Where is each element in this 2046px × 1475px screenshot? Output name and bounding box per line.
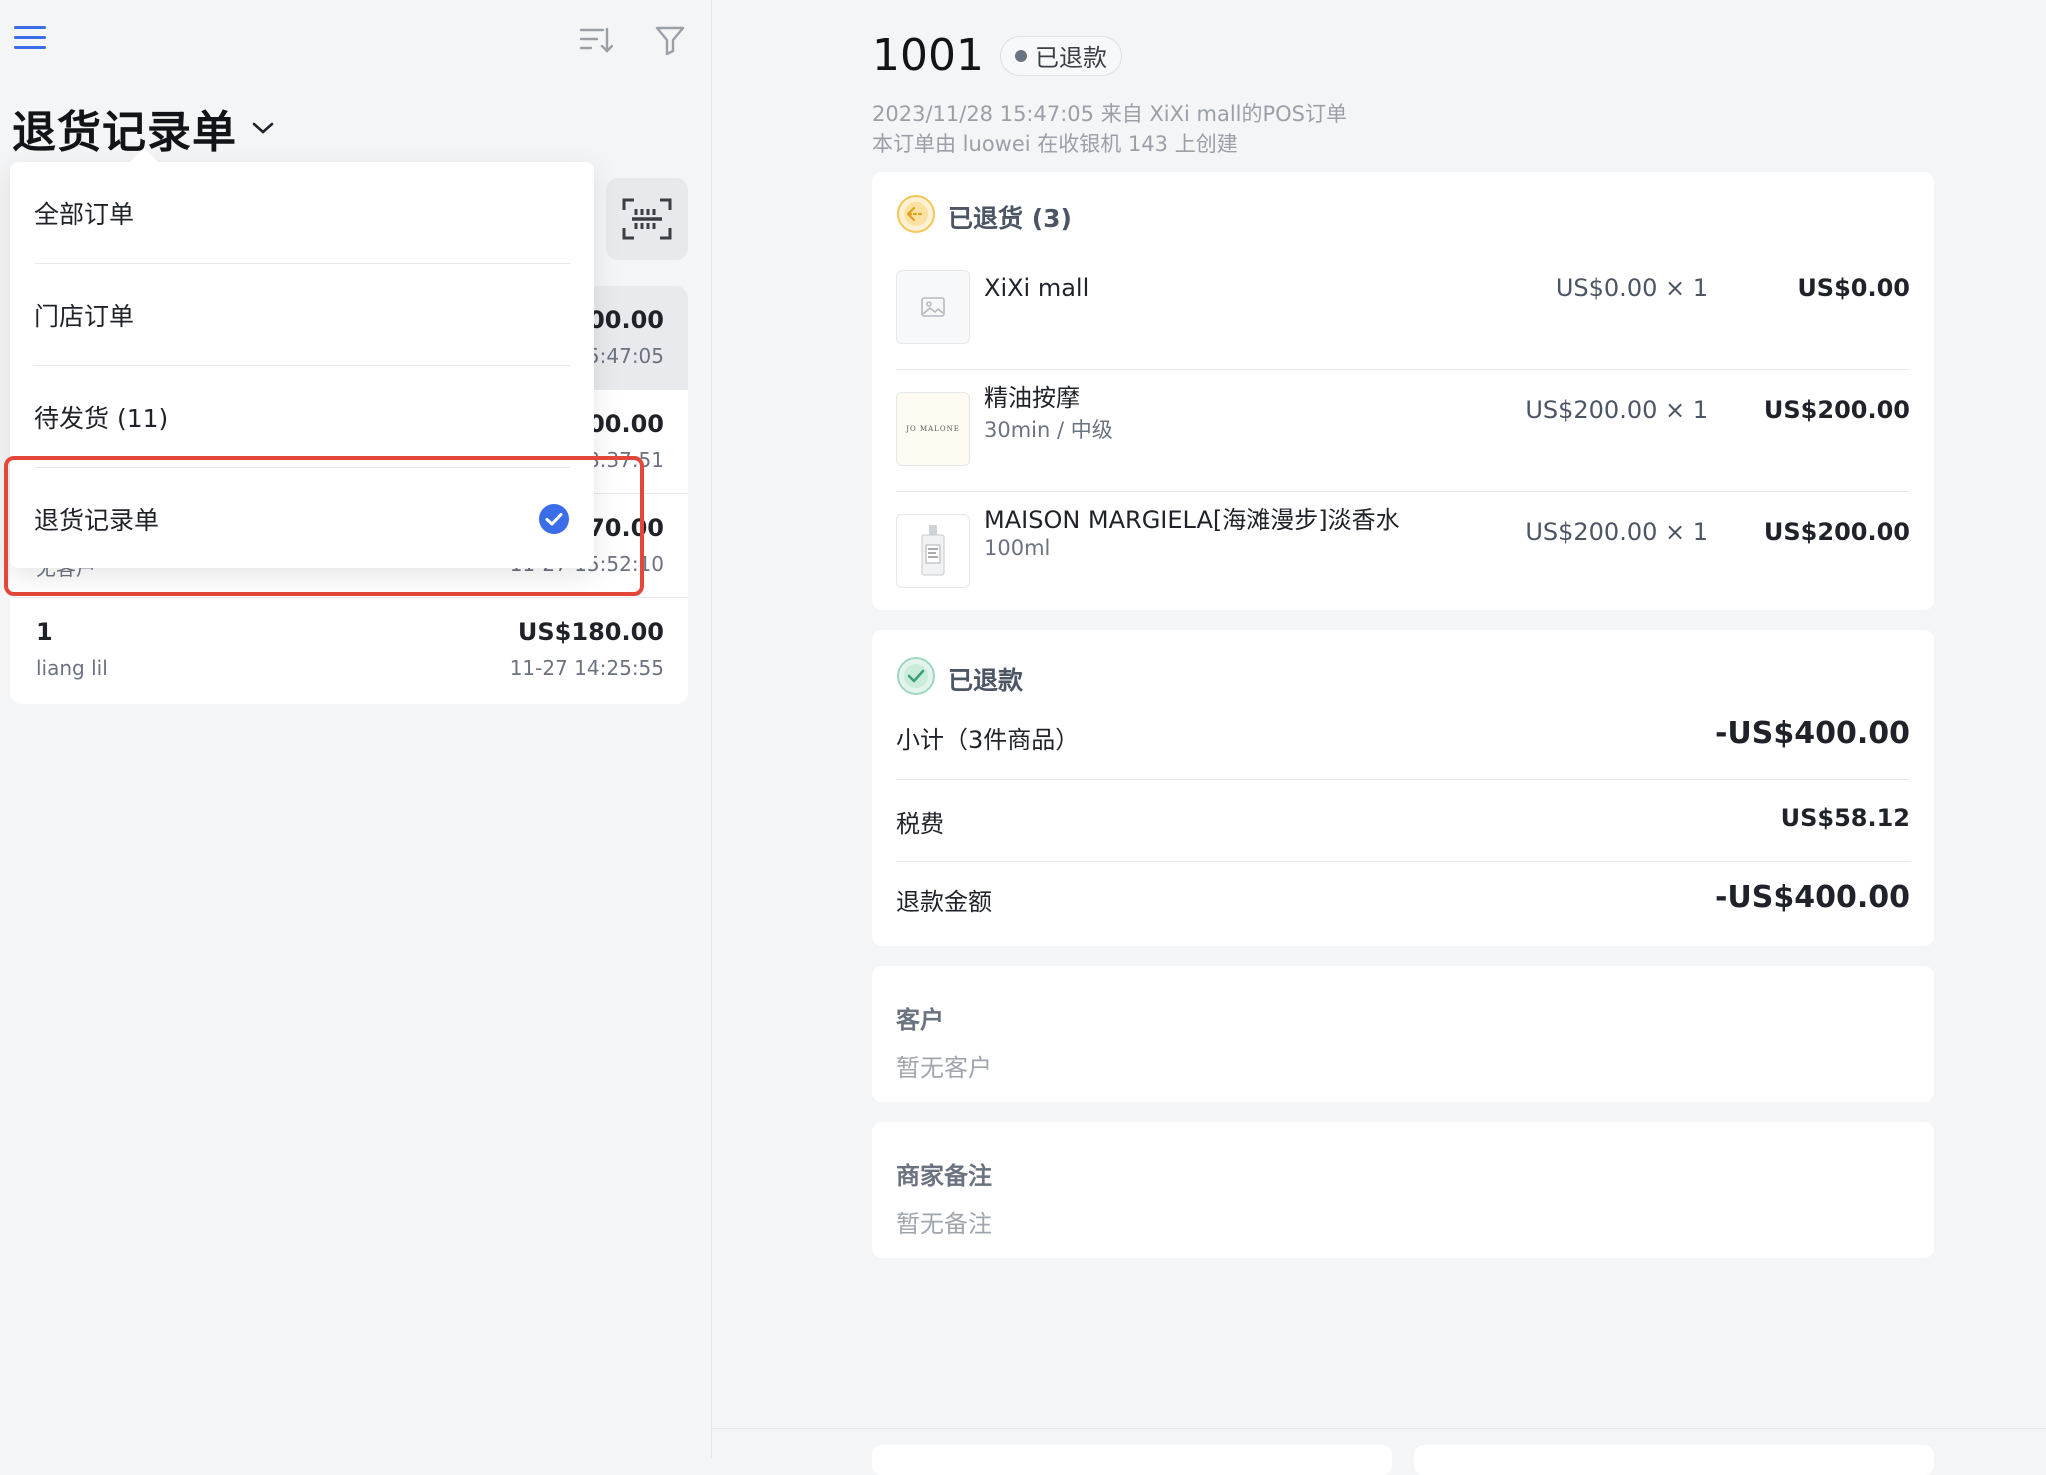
dropdown-item-label: 退货记录单 [34,506,160,535]
refund-summary-card: 已退款 小计（3件商品） -US$400.00 税费 US$58.12 退款金额… [872,630,1934,946]
returned-items-card: 已退货 (3) XiXi mall US$0.00 × 1 US$0.00 JO… [872,172,1934,610]
subtotal-row: 小计（3件商品） -US$400.00 [896,698,1910,780]
customer-value: 暂无客户 [896,1054,992,1082]
status-badge: 已退款 [999,35,1122,76]
bottom-action-button[interactable] [1414,1445,1934,1475]
product-unit-price: US$0.00 × 1 [1555,274,1708,302]
bottom-action-bar [712,1428,2046,1475]
status-label: 已退款 [1034,44,1107,72]
dropdown-item-pending-shipment[interactable]: 待发货 (11) [34,366,570,468]
check-circle-icon [538,503,570,535]
dropdown-item-store-orders[interactable]: 门店订单 [34,264,570,366]
notes-title: 商家备注 [896,1162,992,1190]
refund-amount-label: 退款金额 [896,888,992,916]
product-variant: 100ml [984,536,1051,560]
refund-amount-value: -US$400.00 [1714,880,1910,915]
product-row: JO MALONE 精油按摩 30min / 中级 US$200.00 × 1 … [896,370,1910,492]
product-image-logo: JO MALONE [906,425,960,433]
placeholder-image-icon [896,270,970,344]
order-amount: US$180.00 [517,618,664,646]
order-name: 1 [36,618,53,646]
product-line-total: US$200.00 [1763,396,1910,424]
order-list-item[interactable]: 1 US$180.00 liang lil 11-27 14:25:55 [10,598,688,702]
scan-barcode-button[interactable] [606,178,688,260]
order-number: 1001 [872,30,984,81]
page-title: 退货记录单 [12,107,237,158]
filter-icon[interactable] [650,20,690,60]
order-source-line: 2023/11/28 15:47:05 来自 XiXi mall的POS订单 [872,102,1348,126]
order-list-panel: 退货记录单 1001 US$400.00 11-28 15:47:05 [0,0,712,1458]
returned-section-header: 已退货 (3) [896,194,1072,240]
notes-value: 暂无备注 [896,1210,992,1238]
order-customer: liang lil [36,656,108,680]
product-line-total: US$0.00 [1797,274,1910,302]
refund-amount-row: 退款金额 -US$400.00 [896,862,1910,944]
hamburger-menu-icon[interactable] [10,20,50,56]
order-time: 11-27 14:25:55 [509,656,664,680]
return-arrow-icon [896,194,936,240]
subtotal-label: 小计（3件商品） [896,726,1080,754]
product-name: MAISON MARGIELA[海滩漫步]淡香水 [984,506,1400,534]
customer-title: 客户 [896,1006,944,1034]
dropdown-item-return-records[interactable]: 退货记录单 [34,468,570,570]
product-name: XiXi mall [984,274,1090,302]
product-row: XiXi mall US$0.00 × 1 US$0.00 [896,248,1910,370]
customer-card[interactable]: 客户 暂无客户 [872,966,1934,1102]
perfume-bottle-image [896,514,970,588]
refund-section-title: 已退款 [948,666,1024,695]
tax-label: 税费 [896,810,944,838]
order-detail-panel: 1001 已退款 2023/11/28 15:47:05 来自 XiXi mal… [712,0,2046,1458]
dropdown-item-label: 门店订单 [34,301,135,331]
returned-section-title: 已退货 (3) [948,204,1072,233]
chevron-down-icon [251,114,279,142]
subtotal-value: -US$400.00 [1714,716,1910,751]
dropdown-item-all-orders[interactable]: 全部订单 [34,162,570,264]
dropdown-item-label: 待发货 (11) [34,403,169,433]
product-line-total: US$200.00 [1763,518,1910,546]
sort-icon[interactable] [576,20,616,60]
product-unit-price: US$200.00 × 1 [1525,396,1708,424]
tax-row: 税费 US$58.12 [896,780,1910,862]
barcode-scan-icon [622,198,672,240]
merchant-notes-card[interactable]: 商家备注 暂无备注 [872,1122,1934,1258]
status-dot-icon [1014,49,1027,62]
order-header: 1001 已退款 [872,30,1122,81]
product-image: JO MALONE [896,392,970,466]
order-creator-line: 本订单由 luowei 在收银机 143 上创建 [872,132,1238,156]
product-row: MAISON MARGIELA[海滩漫步]淡香水 100ml US$200.00… [896,492,1910,614]
product-variant: 30min / 中级 [984,418,1113,442]
dropdown-item-label: 全部订单 [34,199,135,229]
product-unit-price: US$200.00 × 1 [1525,518,1708,546]
bottom-action-button[interactable] [872,1445,1392,1475]
tax-value: US$58.12 [1780,804,1910,832]
refund-section-header: 已退款 [896,656,1023,702]
product-name: 精油按摩 [984,384,1080,412]
list-type-dropdown: 全部订单 门店订单 待发货 (11) 退货记录单 [10,162,594,568]
check-circle-icon [896,656,936,702]
